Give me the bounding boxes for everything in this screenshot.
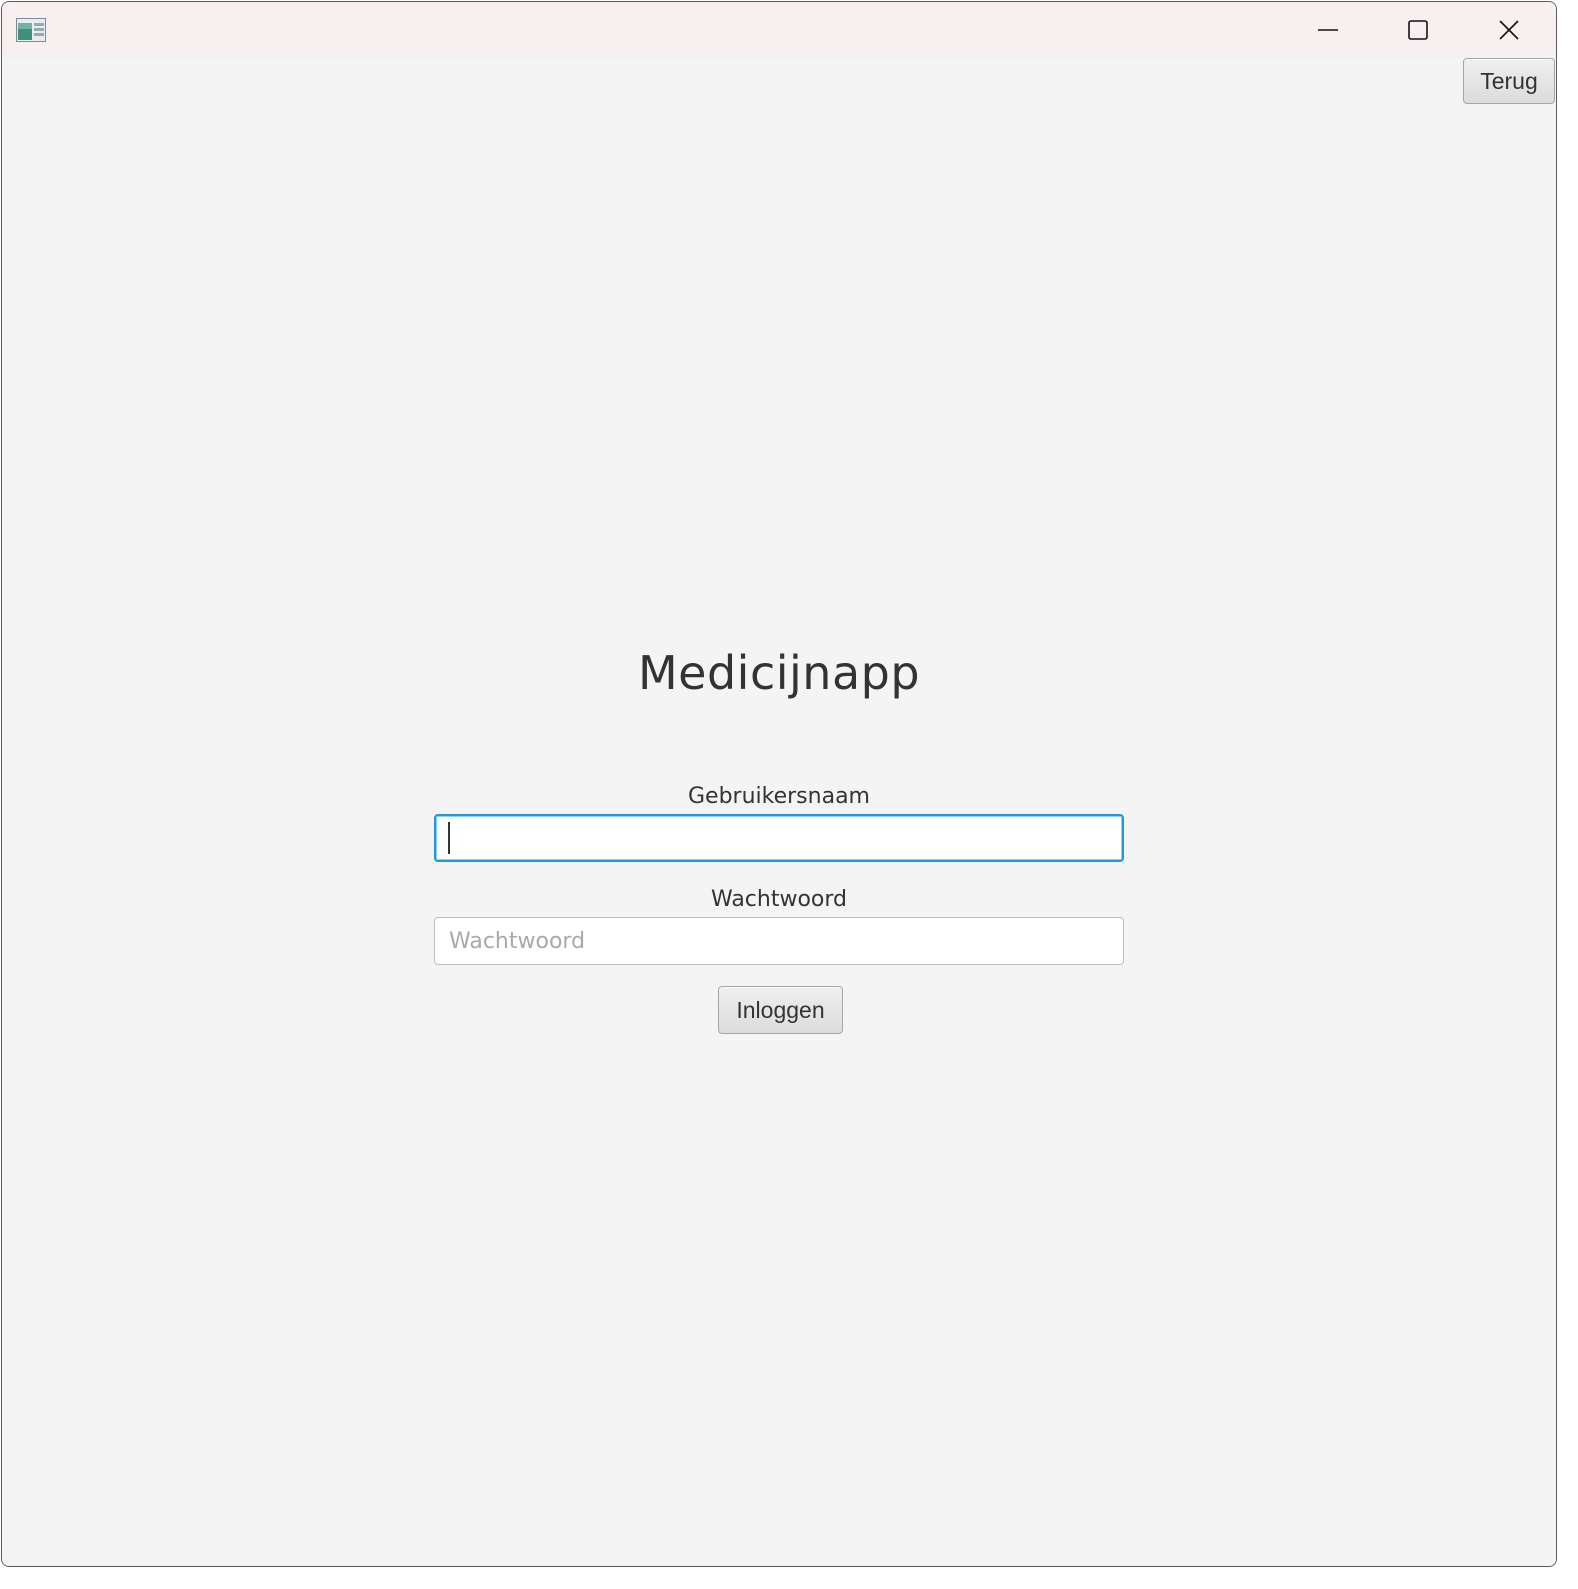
username-label: Gebruikersnaam	[688, 784, 870, 809]
username-field[interactable]	[434, 814, 1124, 862]
app-icon	[16, 18, 46, 42]
title-bar[interactable]	[2, 2, 1556, 58]
close-button[interactable]	[1464, 2, 1554, 58]
close-icon	[1499, 20, 1519, 40]
password-label: Wachtwoord	[710, 887, 848, 912]
login-button[interactable]: Inloggen	[718, 986, 843, 1034]
app-window: Terug Medicijnapp Gebruikersnaam Wachtwo…	[1, 1, 1557, 1567]
page-title: Medicijnapp	[637, 646, 921, 700]
text-caret	[448, 822, 450, 854]
back-button[interactable]: Terug	[1463, 58, 1555, 104]
maximize-button[interactable]	[1373, 2, 1463, 58]
minimize-button[interactable]	[1283, 2, 1373, 58]
minimize-icon	[1318, 29, 1338, 31]
password-field[interactable]	[434, 917, 1124, 965]
main-content: Terug Medicijnapp Gebruikersnaam Wachtwo…	[2, 58, 1556, 1566]
maximize-icon	[1408, 20, 1428, 40]
